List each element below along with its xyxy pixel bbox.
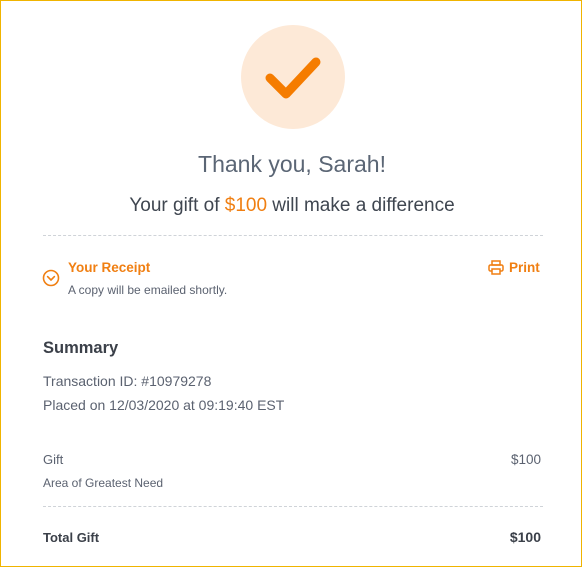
transaction-id: Transaction ID: #10979278 [43, 373, 212, 389]
print-label[interactable]: Print [509, 260, 540, 275]
divider [43, 506, 543, 507]
gift-line-label: Gift [43, 452, 64, 467]
gift-amount: $100 [224, 195, 268, 216]
gift-line-value: $100 [510, 452, 541, 467]
receipt-toggle[interactable]: Your Receipt [68, 260, 150, 275]
gift-message: Your gift of $100 will make a difference [1, 195, 582, 217]
checkmark-icon [265, 57, 321, 99]
gift-fund-name: Area of Greatest Need [43, 476, 164, 490]
placed-date: Placed on 12/03/2020 at 09:19:40 EST [43, 397, 285, 413]
success-badge [241, 25, 345, 129]
printer-icon [488, 260, 504, 275]
receipt-subtitle: A copy will be emailed shortly. [68, 283, 228, 297]
receipt-card: Thank you, Sarah! Your gift of $100 will… [0, 0, 582, 567]
total-gift-label: Total Gift [43, 530, 100, 545]
chevron-down-circle-icon[interactable] [42, 269, 60, 287]
divider [43, 235, 543, 236]
thank-you-heading: Thank you, Sarah! [198, 151, 386, 177]
print-button[interactable]: Print [488, 260, 540, 275]
total-gift-value: $100 [509, 529, 541, 545]
summary-heading: Summary [43, 339, 119, 357]
gift-message-suffix: will make a difference [267, 195, 455, 216]
gift-message-prefix: Your gift of [129, 195, 225, 216]
